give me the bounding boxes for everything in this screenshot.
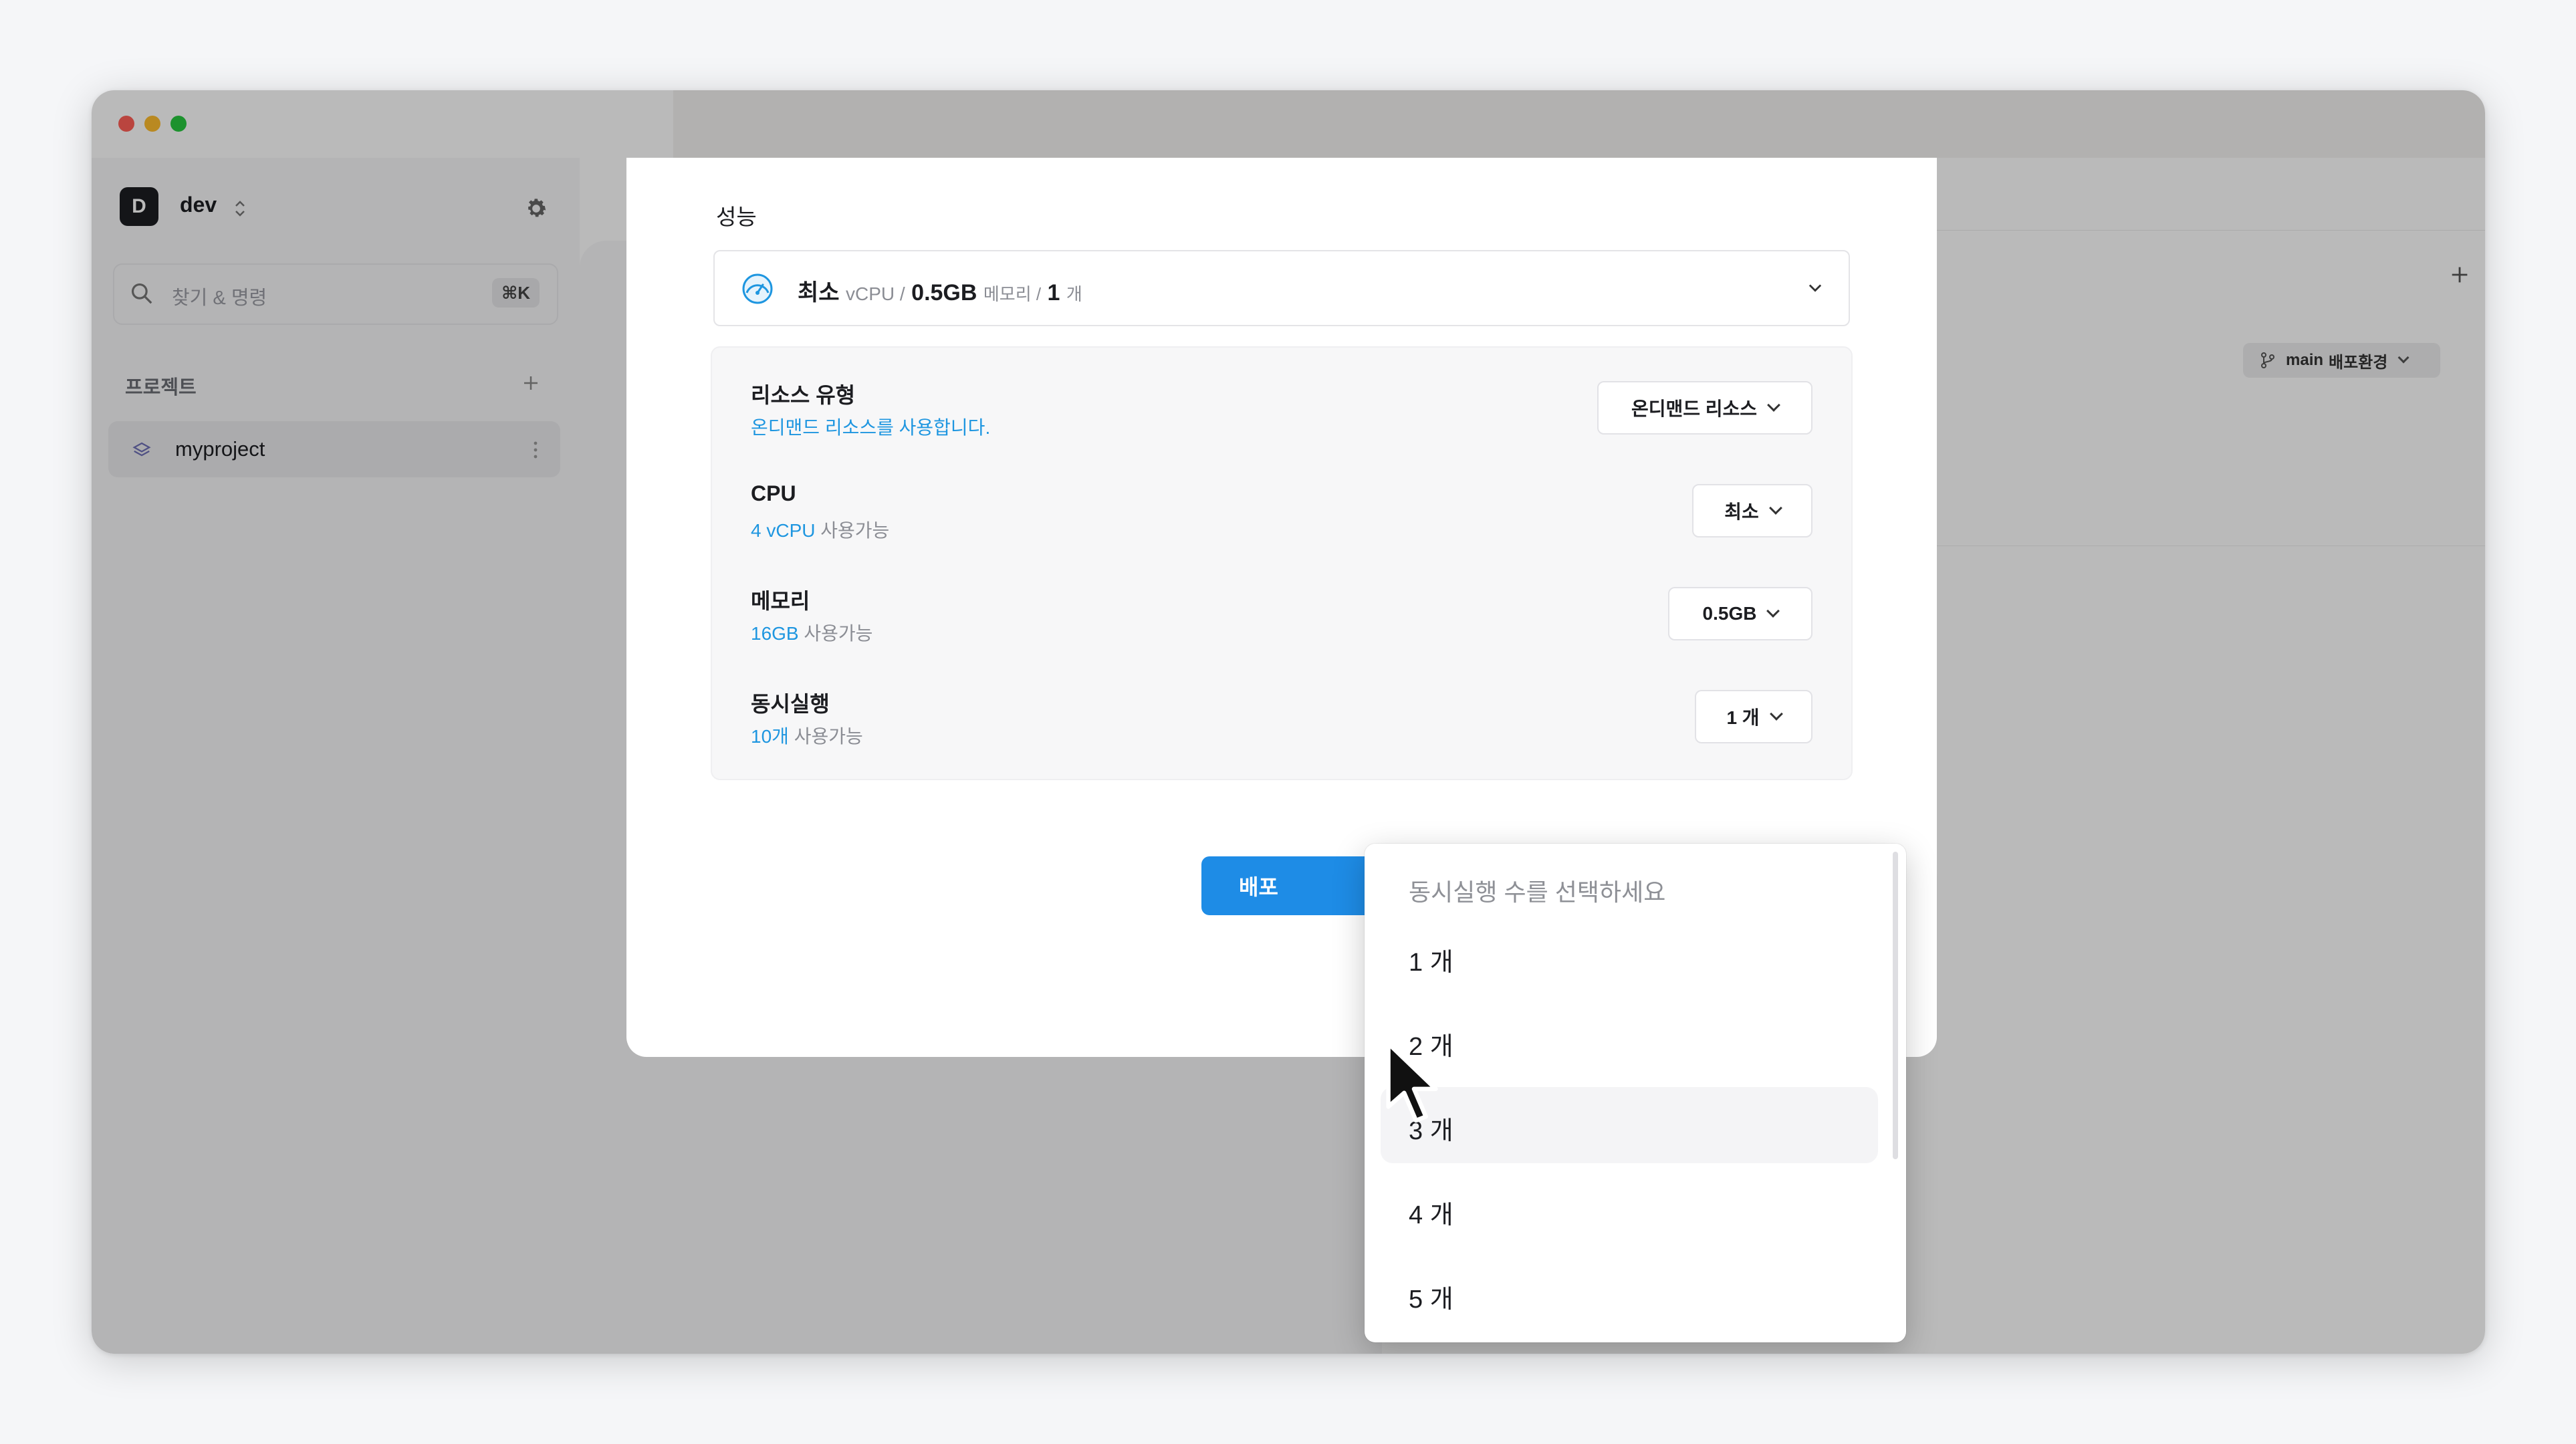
resource-type-label: 리소스 유형 (751, 383, 856, 407)
cpu-available-suffix: 사용가능 (820, 520, 890, 541)
concurrency-available-suffix: 사용가능 (794, 726, 863, 747)
performance-summary-select[interactable]: 최소 vCPU / 0.5GB 메모리 / 1 개 (713, 250, 1850, 326)
cpu-dropdown[interactable]: 최소 (1692, 484, 1812, 537)
resource-type-dropdown[interactable]: 온디맨드 리소스 (1597, 381, 1812, 435)
chevron-down-icon (1766, 604, 1780, 618)
resource-type-description: 온디맨드 리소스를 사용합니다. (751, 413, 990, 440)
memory-available-value: 16GB (751, 623, 799, 644)
concurrency-label: 동시실행 (751, 692, 830, 716)
popup-scrollbar[interactable] (1893, 852, 1898, 1159)
concurrency-options-popup: 동시실행 수를 선택하세요 1 개 2 개 3 개 4 개 5 개 (1365, 844, 1906, 1342)
resource-type-selected: 온디맨드 리소스 (1631, 398, 1758, 419)
summary-cpu-value: 최소 (798, 280, 840, 306)
option-label: 5 개 (1409, 1286, 1453, 1314)
summary-memory-value: 0.5GB (911, 280, 977, 306)
option-1[interactable]: 1 개 (1381, 919, 1878, 995)
memory-availability: 16GB 사용가능 (751, 619, 872, 646)
performance-summary-text: 최소 vCPU / 0.5GB 메모리 / 1 개 (798, 274, 1082, 307)
summary-memory-unit: 메모리 / (983, 284, 1042, 304)
memory-label: 메모리 (751, 589, 810, 613)
popup-title: 동시실행 수를 선택하세요 (1409, 878, 1666, 906)
option-label: 4 개 (1409, 1201, 1453, 1229)
option-5[interactable]: 5 개 (1381, 1255, 1878, 1332)
concurrency-selected: 1 개 (1726, 707, 1760, 728)
chevron-down-icon (1808, 284, 1822, 292)
section-title: 성능 (716, 205, 757, 229)
summary-concurrency-value: 1 (1047, 280, 1060, 306)
concurrency-dropdown[interactable]: 1 개 (1695, 690, 1812, 743)
option-3[interactable]: 3 개 (1381, 1087, 1878, 1163)
gauge-icon (742, 273, 773, 304)
resource-type-description-text: 온디맨드 리소스를 사용합니다. (751, 417, 991, 438)
cpu-available-value: 4 vCPU (751, 520, 816, 541)
memory-selected: 0.5GB (1702, 603, 1757, 624)
option-2[interactable]: 2 개 (1381, 1003, 1878, 1079)
chevron-down-icon (1769, 707, 1783, 721)
chevron-down-icon (1767, 398, 1780, 412)
summary-concurrency-unit: 개 (1066, 284, 1082, 304)
concurrency-availability: 10개 사용가능 (751, 722, 863, 749)
memory-available-suffix: 사용가능 (804, 623, 873, 644)
cpu-label: CPU (751, 481, 796, 505)
chevron-down-icon (1768, 501, 1782, 515)
deploy-button-label: 배포 (1239, 875, 1278, 899)
option-label: 1 개 (1409, 949, 1453, 977)
cpu-availability: 4 vCPU 사용가능 (751, 516, 889, 543)
mouse-cursor-icon (1386, 1041, 1438, 1123)
summary-cpu-unit: vCPU / (846, 283, 905, 304)
resource-settings-panel: 리소스 유형 온디맨드 리소스를 사용합니다. 온디맨드 리소스 CPU 4 v… (711, 346, 1853, 780)
cpu-selected: 최소 (1724, 501, 1759, 522)
concurrency-available-value: 10개 (751, 726, 789, 747)
app-window: D dev 찾기 & 명령 ⌘K 프로젝트 myproject main 배포환… (92, 90, 2485, 1354)
option-4[interactable]: 4 개 (1381, 1171, 1878, 1247)
memory-dropdown[interactable]: 0.5GB (1668, 587, 1812, 640)
